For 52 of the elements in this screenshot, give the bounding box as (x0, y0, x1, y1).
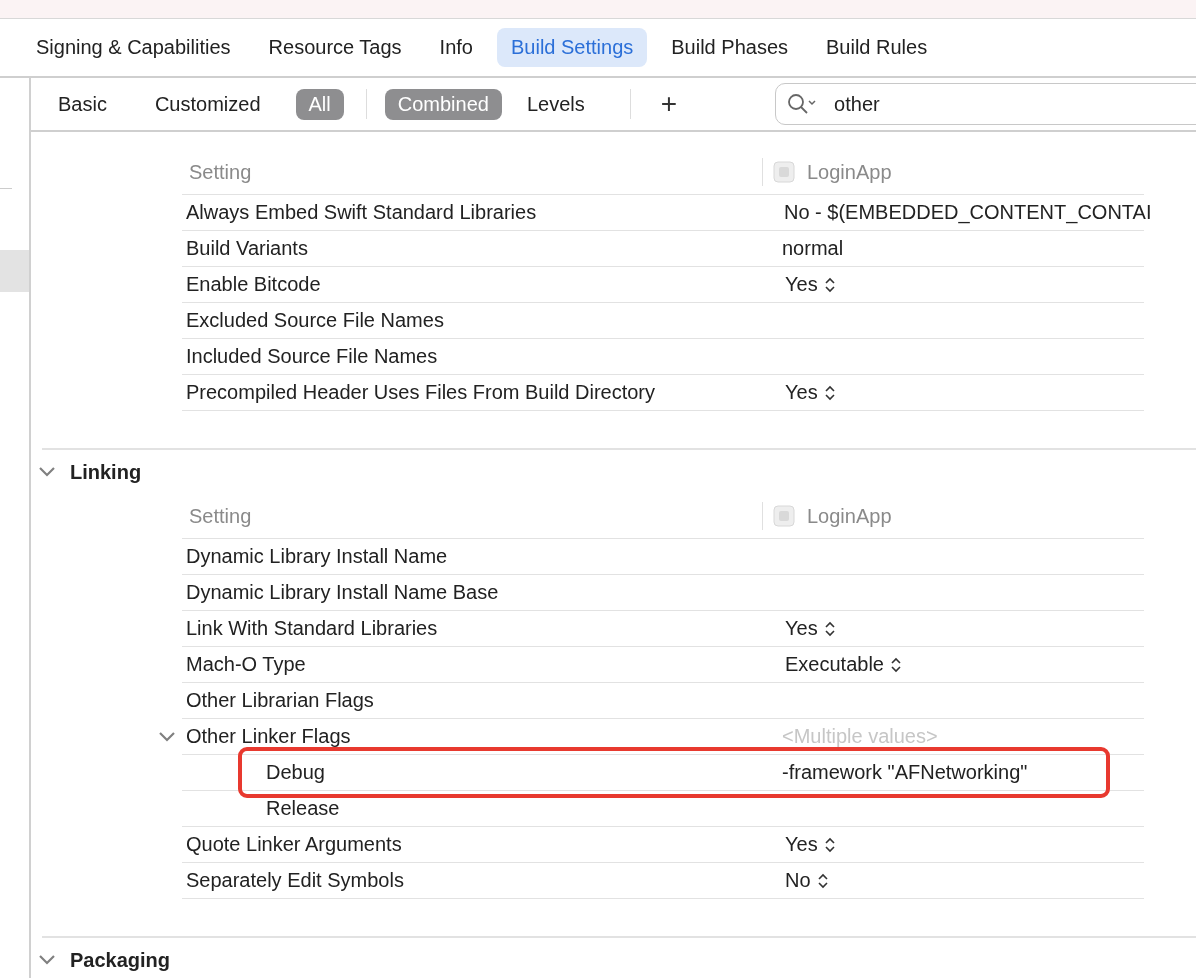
up-down-chevron-icon (823, 276, 836, 293)
tab[interactable]: Resource Tags (254, 28, 416, 67)
tab[interactable]: Build Phases (657, 28, 802, 67)
setting-name: Link With Standard Libraries (186, 617, 438, 640)
column-header: LoginApp (807, 504, 892, 528)
section-title[interactable]: Packaging (70, 948, 171, 972)
setting-name: Build Variants (186, 237, 308, 260)
value-popup[interactable]: Yes (782, 273, 836, 296)
setting-name: Debug (266, 761, 325, 784)
tab[interactable]: Build Rules (812, 28, 942, 67)
setting-name: Other Linker Flags (186, 725, 351, 748)
filter-button[interactable]: Basic (45, 88, 120, 120)
column-header: Setting (188, 504, 253, 528)
setting-name: Dynamic Library Install Name (186, 545, 448, 568)
app-icon (773, 161, 795, 183)
setting-value[interactable]: normal (782, 237, 844, 260)
filter-button[interactable]: Customized (141, 88, 274, 120)
setting-name: Precompiled Header Uses Files From Build Directory (186, 381, 656, 404)
setting-name: Dynamic Library Install Name Base (186, 581, 499, 604)
search-field[interactable]: other (775, 83, 1196, 125)
column-header: Setting (188, 160, 253, 184)
value-popup[interactable]: Yes (782, 833, 836, 856)
tab[interactable]: Signing & Capabilities (22, 28, 245, 67)
tab[interactable]: Build Settings (496, 28, 648, 67)
setting-name: Excluded Source File Names (186, 309, 444, 332)
setting-name: Mach-O Type (186, 653, 306, 676)
value-popup[interactable]: Yes (782, 381, 836, 404)
setting-name: Separately Edit Symbols (186, 869, 404, 892)
column-header: LoginApp (807, 160, 892, 184)
setting-name: Enable Bitcode (186, 273, 321, 296)
view-mode-button[interactable]: Levels (513, 88, 598, 120)
up-down-chevron-icon (889, 656, 902, 673)
up-down-chevron-icon (823, 836, 836, 853)
add-button[interactable]: + (648, 88, 690, 120)
setting-name: Quote Linker Arguments (186, 833, 402, 856)
setting-name: Release (266, 797, 340, 820)
up-down-chevron-icon (816, 872, 829, 889)
value-popup[interactable]: Executable (782, 653, 902, 676)
setting-name: Always Embed Swift Standard Libraries (186, 201, 537, 224)
app-icon (773, 505, 795, 527)
up-down-chevron-icon (823, 620, 836, 637)
setting-value: <Multiple values> (782, 725, 938, 748)
section-title[interactable]: Linking (70, 460, 142, 484)
setting-value[interactable]: No - $(EMBEDDED_CONTENT_CONTAI (782, 201, 1152, 224)
tab[interactable]: Info (425, 28, 487, 67)
up-down-chevron-icon (823, 384, 836, 401)
setting-name: Other Librarian Flags (186, 689, 374, 712)
setting-value[interactable]: -framework "AFNetworking" (782, 761, 1028, 784)
sidebar-selection (0, 250, 29, 292)
value-popup[interactable]: No (782, 869, 829, 892)
value-popup[interactable]: Yes (782, 617, 836, 640)
setting-name: Included Source File Names (186, 345, 438, 368)
